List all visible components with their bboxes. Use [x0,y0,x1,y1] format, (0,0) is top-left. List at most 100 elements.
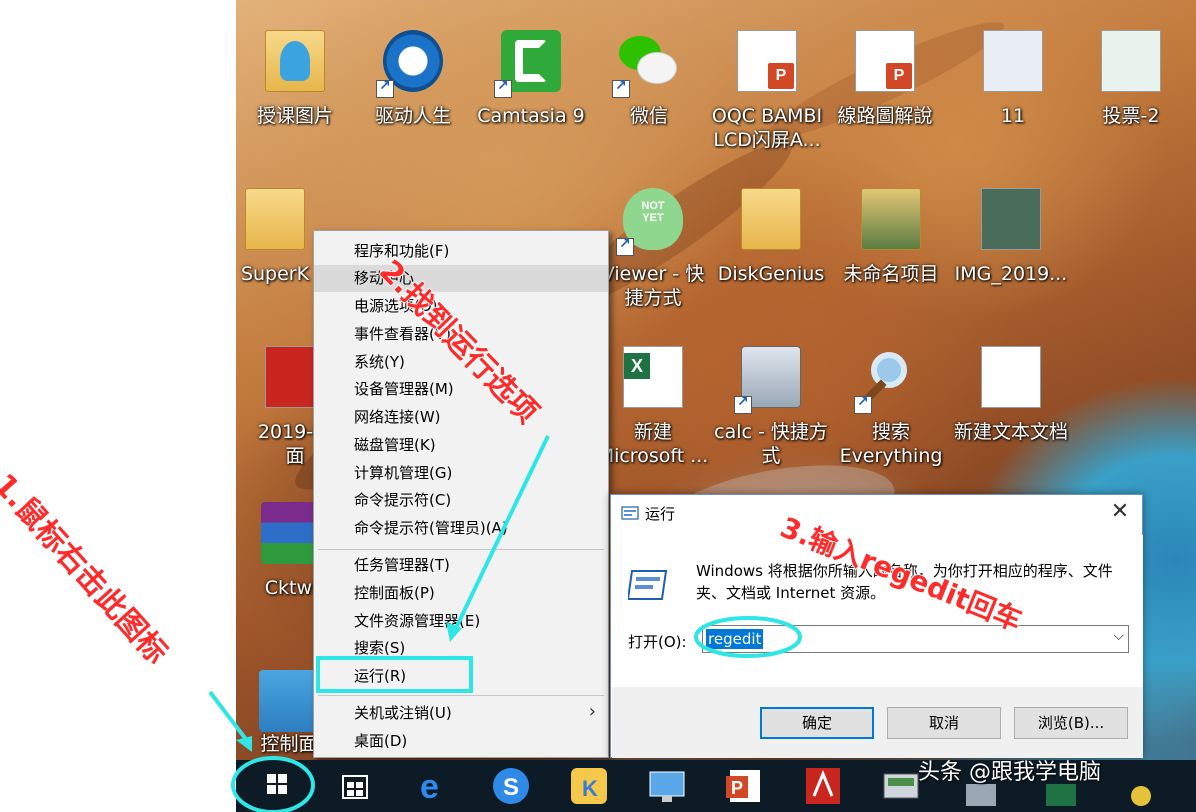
desktop-icon-label: 未命名项目 [843,263,939,285]
desktop-icon[interactable]: calc - 快捷方 式 [712,316,830,467]
desktop-icon-label: 微信 [629,105,668,127]
viewer-badge-text: NOT YET [641,200,665,224]
menu-item-mobility-center[interactable]: 移动中心 [314,265,608,292]
menu-item-task-manager[interactable]: 任务管理器(T) [314,552,608,579]
desktop-icon[interactable]: 驱动人生 [354,0,472,130]
windows-start-icon [267,774,287,794]
folder-icon [741,188,801,250]
dialog-footer: 确定 取消 浏览(B)... [612,687,1143,758]
chevron-right-icon: › [588,701,596,722]
shortcut-arrow-icon [854,394,872,414]
desktop-icon-label: 11 [1000,105,1026,127]
shortcut-arrow-icon [376,78,394,98]
text-file-icon [981,346,1041,408]
shortcut-arrow-icon [494,78,512,98]
edge-icon[interactable]: e [408,764,458,808]
desktop-icon-label: Camtasia 9 [477,105,585,127]
svg-text:e: e [420,768,439,806]
svg-text:K: K [582,776,598,801]
desktop-icon-label: 授课图片 [256,105,333,127]
excel-file-icon: X [623,346,683,408]
menu-item-desktop[interactable]: 桌面(D) [314,728,608,755]
cancel-button[interactable]: 取消 [887,707,1001,739]
desktop-icon-label: 新建 Microsoft ... [597,421,709,467]
menu-item-programs-features[interactable]: 程序和功能(F) [314,238,608,265]
watermark-text: 头条 @跟我学电脑 [918,760,1101,785]
svg-text:P: P [731,778,743,798]
desktop-icon[interactable]: DiskGenius [712,158,830,288]
ppt-file-icon: P [855,30,915,92]
desktop-icon-label: 線路圖解說 [837,105,933,127]
menu-item-control-panel[interactable]: 控制面板(P) [314,580,608,607]
desktop-icon[interactable]: 新建文本文档 [952,316,1070,446]
ok-button[interactable]: 确定 [760,707,874,739]
desktop-icon-label: IMG_2019... [954,263,1068,285]
menu-item-search[interactable]: 搜索(S) [314,635,608,662]
folder-icon [265,30,325,92]
remote-desktop-icon[interactable] [642,764,692,808]
start-button[interactable] [240,760,314,812]
desktop-icon[interactable]: 投票-2 [1072,0,1190,130]
browse-button[interactable]: 浏览(B)... [1014,707,1128,739]
menu-item-disk-management[interactable]: 磁盘管理(K) [314,432,608,459]
svg-text:S: S [503,774,519,801]
acrobat-icon[interactable] [798,764,848,808]
settings-icon[interactable] [1116,764,1166,808]
desktop-icon-label: Viewer - 快 捷方式 [601,263,705,309]
menu-item-shutdown-signout[interactable]: 关机或注销(U) [314,700,608,727]
menu-item-command-prompt[interactable]: 命令提示符(C) [314,487,608,514]
menu-item-run[interactable]: 运行(R) [314,663,608,690]
store-icon[interactable] [330,764,380,808]
desktop-icon[interactable]: 授课图片 [236,0,354,130]
desktop-icon[interactable]: IMG_2019... [952,158,1070,288]
close-icon[interactable]: ✕ [1106,499,1134,527]
desktop-icon-label: OQC BAMBI LCD闪屏A... [711,105,823,151]
desktop-icon-label: DiskGenius [717,263,825,285]
desktop-icon-label: 新建文本文档 [953,421,1068,443]
shortcut-arrow-icon [612,78,630,98]
taskbar: e S K P 头条 @跟我学电脑 [236,760,1196,812]
run-dialog: 运行 ✕ Windows 将根据你所输入的名称，为你打开相应的程序、文件夹、文档… [610,494,1143,758]
app-k-icon[interactable]: K [564,764,614,808]
image-file-icon [1101,30,1161,92]
desktop-icon[interactable]: 未命名项目 [832,158,950,288]
desktop-icon-label: 投票-2 [1102,105,1160,127]
run-command-input[interactable]: regedit ⌵ [702,625,1129,653]
shortcut-arrow-icon [734,394,752,414]
menu-item-computer-management[interactable]: 计算机管理(G) [314,460,608,487]
folder-icon [861,188,921,250]
powerpoint-icon[interactable]: P [720,764,770,808]
dialog-title: 运行 [645,505,676,523]
desktop-icon[interactable]: P OQC BAMBI LCD闪屏A... [708,0,826,151]
chevron-down-icon[interactable]: ⌵ [1113,628,1124,644]
desktop-icon-label: calc - 快捷方 式 [714,421,828,467]
winrar-icon [261,502,321,564]
run-icon [621,506,639,520]
open-label: 打开(O): [628,633,687,651]
menu-item-device-manager[interactable]: 设备管理器(M) [314,376,608,403]
menu-item-file-explorer[interactable]: 文件资源管理器(E) [314,608,608,635]
run-command-value: regedit [706,629,764,649]
desktop-icon[interactable]: 微信 [590,0,708,130]
menu-item-command-prompt-admin[interactable]: 命令提示符(管理员)(A) [314,515,608,542]
image-file-icon [983,30,1043,92]
desktop-icon-label: 驱动人生 [374,105,451,127]
left-margin [0,0,236,812]
shortcut-arrow-icon [616,236,634,256]
menu-separator [318,695,604,696]
desktop-icon[interactable]: X 新建 Microsoft ... [594,316,712,467]
desktop-icon[interactable]: 搜索 Everything [832,316,950,467]
ppt-file-icon: P [737,30,797,92]
folder-icon [245,188,305,250]
menu-item-network-connections[interactable]: 网络连接(W) [314,404,608,431]
desktop-icon[interactable]: P 線路圖解說 [826,0,944,130]
run-icon [628,570,668,600]
desktop-icon-label: 搜索 Everything [839,421,943,467]
control-panel-icon [259,670,319,732]
sogou-icon[interactable]: S [486,764,536,808]
desktop-icon[interactable]: NOT YET Viewer - 快 捷方式 [594,158,712,309]
image-file-icon [981,188,1041,250]
desktop-icon[interactable]: Camtasia 9 [472,0,590,130]
menu-separator [318,549,604,550]
desktop-icon[interactable]: 11 [954,0,1072,130]
